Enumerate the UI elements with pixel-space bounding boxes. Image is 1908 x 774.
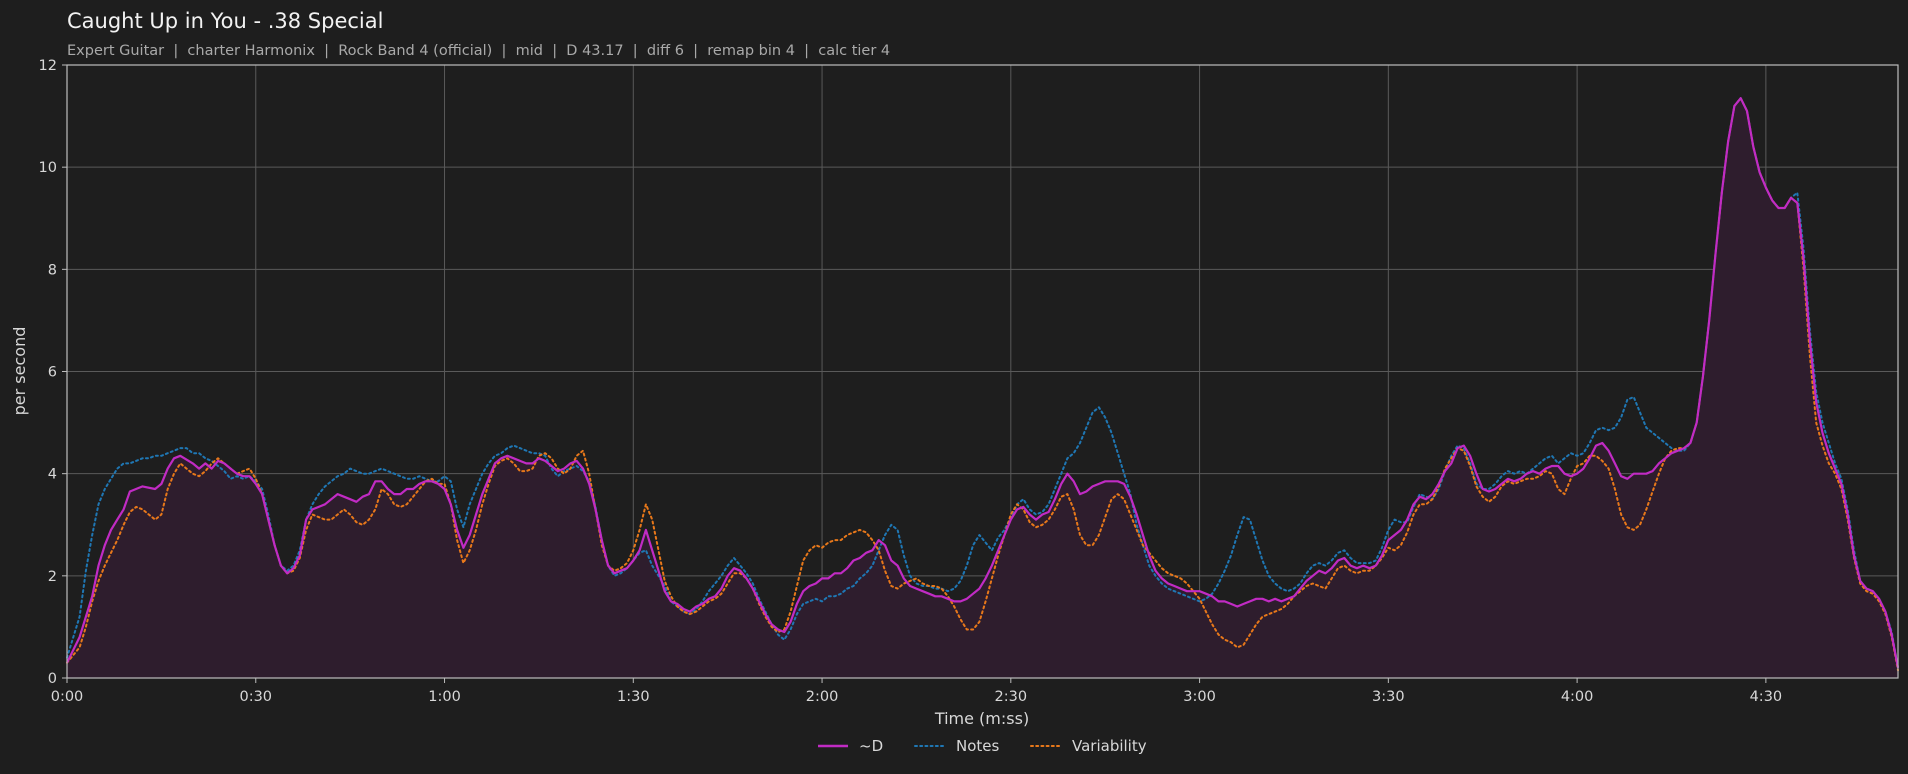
chart-canvas: Caught Up in You - .38 Special Expert Gu… xyxy=(0,0,1908,774)
x-tick-label: 2:30 xyxy=(995,689,1028,705)
chart-subtitle: Expert Guitar | charter Harmonix | Rock … xyxy=(67,43,890,59)
legend-label-d: ~D xyxy=(859,737,883,755)
y-tick-label: 2 xyxy=(48,569,57,585)
y-tick-label: 10 xyxy=(39,160,57,176)
x-tick-label: 2:00 xyxy=(806,689,839,705)
x-axis-label: Time (m:ss) xyxy=(934,709,1029,728)
y-tick-label: 12 xyxy=(39,58,57,74)
x-tick-label: 4:00 xyxy=(1561,689,1594,705)
x-tick-label: 4:30 xyxy=(1750,689,1783,705)
legend: ~D Notes Variability xyxy=(818,737,1147,755)
x-tick-label: 3:00 xyxy=(1183,689,1216,705)
x-tick-label: 0:00 xyxy=(51,689,84,705)
legend-label-notes: Notes xyxy=(956,737,1000,755)
y-axis-label: per second xyxy=(10,327,29,416)
x-tick-label: 1:00 xyxy=(428,689,461,705)
y-tick-label: 4 xyxy=(48,467,57,483)
x-tick-label: 1:30 xyxy=(617,689,650,705)
legend-label-variability: Variability xyxy=(1072,737,1147,755)
x-tick-label: 3:30 xyxy=(1372,689,1405,705)
y-tick-label: 0 xyxy=(48,671,57,687)
x-tick-label: 0:30 xyxy=(239,689,272,705)
y-tick-label: 8 xyxy=(48,262,57,278)
chart-title: Caught Up in You - .38 Special xyxy=(67,9,383,33)
y-tick-label: 6 xyxy=(48,365,57,381)
